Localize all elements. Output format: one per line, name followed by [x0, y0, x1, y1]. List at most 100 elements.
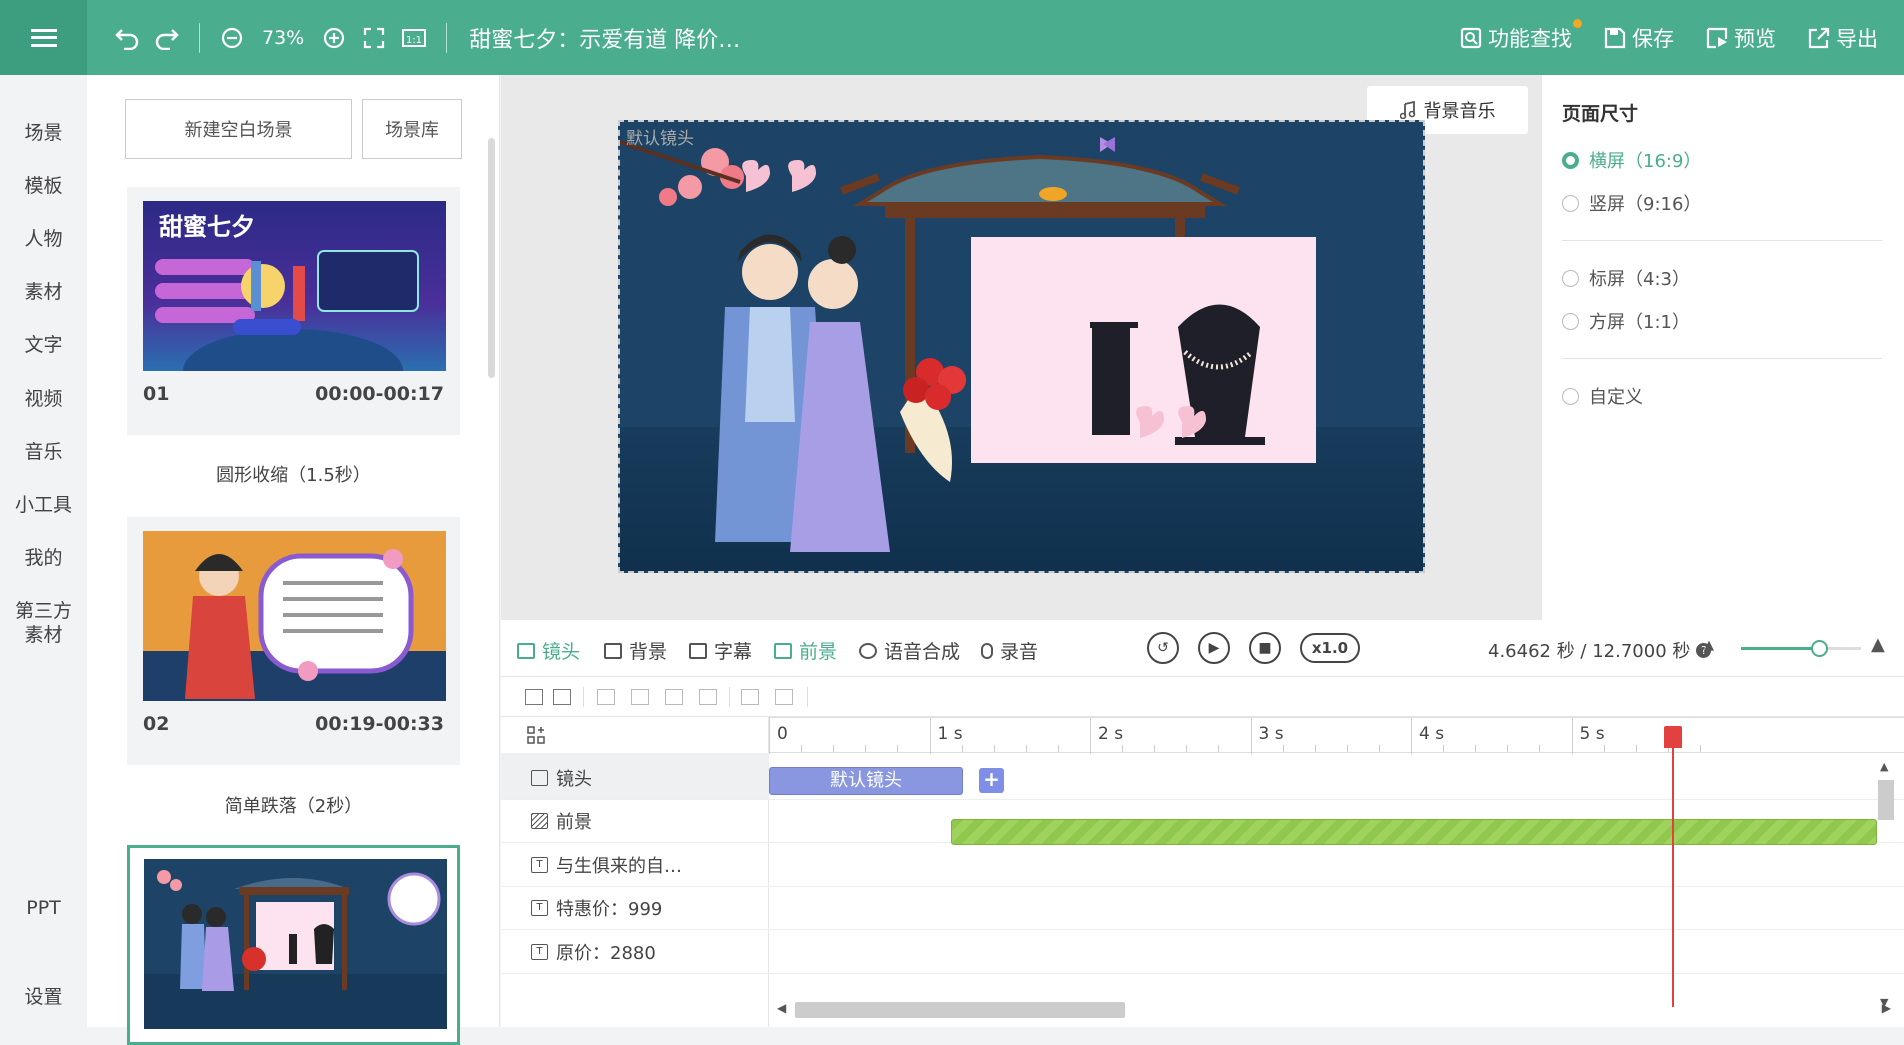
zoom-out-icon[interactable]	[212, 18, 252, 58]
nav-item-characters[interactable]: 人物	[0, 227, 87, 251]
slider-fill	[1741, 647, 1819, 650]
scene-transition[interactable]: 简单跌落（2秒）	[127, 792, 460, 818]
playhead[interactable]	[1672, 730, 1674, 1007]
layers-icon[interactable]	[553, 689, 571, 705]
redo-icon[interactable]	[147, 18, 187, 58]
distribute-icon[interactable]	[699, 689, 717, 705]
replay-button[interactable]: ↺	[1147, 632, 1179, 664]
scene-transition[interactable]: 圆形收缩（1.5秒）	[127, 461, 460, 487]
scene-library-button[interactable]: 场景库	[362, 99, 462, 159]
size-option-landscape[interactable]: 横屏（16:9）	[1562, 147, 1701, 173]
scroll-up-icon[interactable]: ▲	[1880, 760, 1888, 773]
fullscreen-icon[interactable]	[354, 18, 394, 58]
track-text-2[interactable]: T 特惠价：999	[531, 895, 662, 921]
align-left-icon[interactable]	[597, 689, 615, 705]
scene-card[interactable]: 02 00:19-00:33	[127, 517, 460, 765]
nav-item-templates[interactable]: 模板	[0, 174, 87, 198]
track-camera[interactable]: 镜头	[531, 765, 592, 791]
stop-icon: ■	[1258, 640, 1272, 656]
size-option-portrait[interactable]: 竖屏（9:16）	[1562, 190, 1701, 216]
ruler-major-tick	[1571, 718, 1573, 754]
zoom-out-mountain-icon[interactable]: ▲	[1704, 638, 1714, 653]
ungroup-icon[interactable]	[775, 689, 793, 705]
feature-search-label: 功能查找	[1488, 26, 1572, 51]
stop-button[interactable]: ■	[1249, 632, 1281, 664]
scroll-left-icon[interactable]: ◀	[777, 1001, 786, 1015]
nav-item-mine[interactable]: 我的	[0, 546, 87, 570]
scenes-scrollbar[interactable]	[488, 138, 495, 378]
nav-item-ppt[interactable]: PPT	[0, 896, 87, 920]
undo-icon[interactable]	[107, 18, 147, 58]
radio-selected	[1562, 151, 1579, 169]
top-toolbar: 73% 1:1 甜蜜七夕：示爱有道 降价… 功能查找 保存 预览 导出	[0, 0, 1904, 75]
add-lens-button[interactable]: +	[979, 768, 1004, 793]
tab-recording[interactable]: 录音	[981, 637, 1038, 664]
timeline-horizontal-scrollbar[interactable]: ◀ ▶	[777, 1001, 1891, 1019]
document-title[interactable]: 甜蜜七夕：示爱有道 降价…	[469, 22, 740, 54]
foreground-clip[interactable]	[951, 819, 1877, 845]
timeline-zoom-slider[interactable]	[1741, 640, 1861, 657]
hamburger-icon	[30, 28, 57, 47]
feature-search-button[interactable]: 功能查找	[1460, 18, 1582, 53]
timeline-vertical-scrollbar[interactable]: ▲ ▼	[1875, 758, 1897, 1009]
tab-voice-synthesis[interactable]: 语音合成	[859, 637, 960, 664]
nav-item-music[interactable]: 音乐	[0, 440, 87, 464]
track-foreground[interactable]: 前景	[531, 808, 592, 834]
foreground-icon	[531, 813, 548, 829]
preview-button[interactable]: 预览	[1706, 23, 1776, 53]
group-icon[interactable]	[741, 689, 759, 705]
scene-card[interactable]: 甜蜜七夕 01 00:00-00:17	[127, 187, 460, 435]
track-text-3[interactable]: T 原价：2880	[531, 939, 656, 965]
nav-item-text[interactable]: 文字	[0, 333, 87, 357]
actual-size-icon[interactable]: 1:1	[394, 18, 434, 58]
export-button[interactable]: 导出	[1808, 23, 1878, 53]
tab-background[interactable]: 背景	[604, 637, 667, 664]
background-music-label: 背景音乐	[1423, 101, 1496, 122]
divider	[1562, 240, 1882, 241]
size-option-standard[interactable]: 标屏（4:3）	[1562, 265, 1690, 291]
ruler-minor-tick	[1186, 745, 1188, 752]
zoom-in-mountain-icon[interactable]: ▲	[1871, 634, 1885, 655]
ruler-minor-tick	[1443, 745, 1445, 752]
filter-icon[interactable]	[525, 689, 543, 705]
nav-item-assets[interactable]: 素材	[0, 280, 87, 304]
new-blank-scene-button[interactable]: 新建空白场景	[125, 99, 352, 159]
scroll-thumb[interactable]	[1878, 780, 1894, 820]
scroll-down-icon[interactable]: ▼	[1880, 996, 1888, 1009]
nav-item-tools[interactable]: 小工具	[0, 493, 87, 517]
ruler-minor-tick	[1314, 745, 1316, 752]
zoom-level: 73%	[262, 26, 305, 49]
track-text-1[interactable]: T 与生俱来的自…	[531, 852, 682, 878]
stage-canvas[interactable]: 默认镜头	[618, 120, 1425, 573]
svg-text:甜蜜七夕: 甜蜜七夕	[159, 213, 255, 241]
background-icon	[604, 642, 622, 659]
ruler-label: 5 s	[1579, 724, 1605, 744]
tab-foreground[interactable]: 前景	[774, 637, 837, 664]
speed-button[interactable]: x1.0	[1300, 633, 1360, 663]
lens-clip[interactable]: 默认镜头	[769, 767, 963, 795]
align-center-icon[interactable]	[631, 689, 649, 705]
nav-item-scenes[interactable]: 场景	[0, 121, 87, 145]
ruler-major-tick	[1250, 718, 1252, 754]
slider-knob[interactable]	[1811, 640, 1828, 657]
nav-item-video[interactable]: 视频	[0, 387, 87, 411]
tab-subtitle[interactable]: 字幕	[689, 637, 752, 664]
ruler-minor-tick	[1025, 745, 1027, 752]
separator	[199, 22, 200, 53]
menu-button[interactable]	[0, 0, 87, 75]
nav-item-settings[interactable]: 设置	[0, 985, 87, 1009]
zoom-in-icon[interactable]	[314, 18, 354, 58]
play-button[interactable]: ▶	[1198, 632, 1230, 664]
size-option-custom[interactable]: 自定义	[1562, 383, 1643, 409]
save-button[interactable]: 保存	[1604, 23, 1674, 53]
scene-card-selected[interactable]	[127, 845, 460, 1045]
size-option-square[interactable]: 方屏（1:1）	[1562, 308, 1690, 334]
scroll-thumb[interactable]	[795, 1002, 1125, 1018]
time-ruler[interactable]: 0 1 s 2 s 3 s 4 s 5 s	[769, 717, 1904, 754]
tab-camera[interactable]: 镜头	[517, 637, 580, 664]
align-right-icon[interactable]	[665, 689, 683, 705]
nav-item-third-party[interactable]: 第三方素材	[0, 599, 87, 647]
track-label: 原价：2880	[556, 943, 656, 964]
timeline-tabs: 镜头 背景 字幕 前景 语音合成 录音 ↺ ▶ ■ x1.0 4.6462 秒 …	[501, 620, 1904, 677]
ruler-minor-tick	[1507, 745, 1509, 752]
